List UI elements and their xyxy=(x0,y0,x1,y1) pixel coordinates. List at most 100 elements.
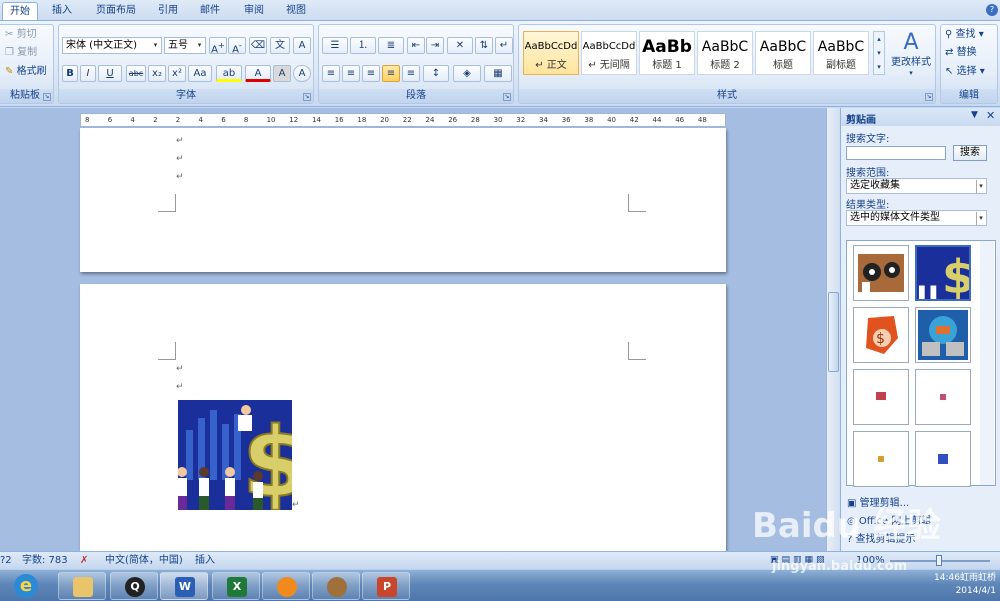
numbering-icon[interactable]: ⒈ xyxy=(350,37,376,54)
multilevel-list-icon[interactable]: ≣ xyxy=(378,37,404,54)
inserted-clipart-image[interactable]: $ xyxy=(177,400,310,520)
format-painter-button[interactable]: ✎ 格式刷 xyxy=(5,66,47,78)
highlight-button[interactable]: ab xyxy=(216,65,242,82)
style-heading-1[interactable]: AaBb 标题 1 xyxy=(639,31,695,75)
superscript-button[interactable]: x² xyxy=(168,65,186,82)
taskbar-powerpoint[interactable]: P xyxy=(362,572,410,600)
bold-button[interactable]: B xyxy=(62,65,78,82)
close-icon[interactable]: ✕ xyxy=(986,109,995,122)
word-count[interactable]: 字数: 783 xyxy=(22,552,68,569)
justify-icon[interactable]: ≡ xyxy=(382,65,400,82)
copy-button[interactable]: ❐ 复制 xyxy=(5,47,37,59)
clear-format-icon[interactable]: ⌫ xyxy=(249,37,267,54)
ruler-tick-label: 34 xyxy=(539,116,548,124)
clip-thumb-small-1[interactable] xyxy=(853,369,909,425)
tab-insert[interactable]: 插入 xyxy=(44,2,80,20)
change-case-button[interactable]: Aa xyxy=(188,65,212,82)
strikethrough-button[interactable]: abc xyxy=(126,65,146,82)
page-count[interactable]: ?2 xyxy=(0,552,12,569)
insert-mode[interactable]: 插入 xyxy=(195,552,215,569)
ie-icon[interactable]: e xyxy=(6,572,46,600)
font-size-select[interactable]: 五号 ▾ xyxy=(164,37,206,54)
show-marks-icon[interactable]: ↵ xyxy=(495,37,513,54)
line-spacing-icon[interactable]: ↕ xyxy=(423,65,449,82)
decrease-indent-icon[interactable]: ⇤ xyxy=(407,37,425,54)
dialog-launcher-icon[interactable]: ↘ xyxy=(303,93,311,101)
taskbar-qq[interactable]: Q xyxy=(110,572,158,600)
tab-review[interactable]: 审阅 xyxy=(236,2,272,20)
clip-thumb-small-4[interactable] xyxy=(915,431,971,487)
style-heading-2[interactable]: AaBbC 标题 2 xyxy=(697,31,753,75)
enclose-char-button[interactable]: A xyxy=(293,65,311,82)
help-icon[interactable]: ? xyxy=(986,4,998,16)
tab-view[interactable]: 视图 xyxy=(278,2,314,20)
align-right-icon[interactable]: ≡ xyxy=(362,65,380,82)
style-normal[interactable]: AaBbCcDd ↵ 正文 xyxy=(523,31,579,75)
taskbar-word[interactable]: W xyxy=(160,572,208,600)
tab-home[interactable]: 开始 xyxy=(2,2,38,20)
select-button[interactable]: ↖ 选择 ▾ xyxy=(945,66,985,78)
tab-mailings[interactable]: 邮件 xyxy=(192,2,228,20)
search-scope-select[interactable]: 选定收藏集 ▾ xyxy=(846,178,987,194)
document-area[interactable]: ↵ ↵ ↵ ↵ ↵ $ ↵ xyxy=(0,108,826,564)
dialog-launcher-icon[interactable]: ↘ xyxy=(43,93,51,101)
result-type-select[interactable]: 选中的媒体文件类型 ▾ xyxy=(846,210,987,226)
italic-button[interactable]: I xyxy=(80,65,96,82)
shading-icon[interactable]: ◈ xyxy=(453,65,481,82)
find-button[interactable]: ⚲ 查找 ▾ xyxy=(945,29,984,41)
dialog-launcher-icon[interactable]: ↘ xyxy=(925,93,933,101)
font-name-select[interactable]: 宋体 (中文正文) ▾ xyxy=(62,37,162,54)
clip-thumb-globe-computer[interactable] xyxy=(915,307,971,363)
language-indicator[interactable]: 中文(简体，中国) xyxy=(105,552,183,569)
ruler-tick-label: 14 xyxy=(312,116,321,124)
taskbar-excel[interactable]: X xyxy=(212,572,260,600)
styles-scroll[interactable]: ▴ ▾ ▾ xyxy=(873,31,885,75)
increase-indent-icon[interactable]: ⇥ xyxy=(426,37,444,54)
clip-thumb-small-3[interactable] xyxy=(853,431,909,487)
tray-text: 虹雨虹桥 xyxy=(959,573,996,583)
shrink-font-button[interactable]: A- xyxy=(228,37,246,55)
distributed-icon[interactable]: ≡ xyxy=(402,65,420,82)
search-button[interactable]: 搜索 xyxy=(953,145,987,161)
style-subtitle[interactable]: AaBbC 副标题 xyxy=(813,31,869,75)
taskbar-dog-app[interactable] xyxy=(312,572,360,600)
spelling-icon[interactable]: ✗ xyxy=(80,552,88,569)
borders-icon[interactable]: ▦ xyxy=(484,65,512,82)
dialog-launcher-icon[interactable]: ↘ xyxy=(503,93,511,101)
horizontal-ruler[interactable]: 8 6 4 2 2 4 6 8 10 12 14 16 18 20 22 24 26 28 30 32 34 36 38 40… xyxy=(80,113,726,127)
ribbon: ✂ 剪切 ❐ 复制 ✎ 格式刷 粘贴板 ↘ 宋体 (中文正文) ▾ 五号 ▾ A+ … xyxy=(0,20,1000,107)
vertical-scrollbar[interactable] xyxy=(826,108,840,551)
zoom-slider-thumb[interactable] xyxy=(936,555,942,566)
align-left-icon[interactable]: ≡ xyxy=(322,65,340,82)
char-shading-button[interactable]: A xyxy=(273,65,291,82)
crop-mark xyxy=(628,342,646,360)
change-styles-button[interactable]: A 更改样式 ▾ xyxy=(889,29,933,85)
tab-references[interactable]: 引用 xyxy=(150,2,186,20)
style-title[interactable]: AaBbC 标题 xyxy=(755,31,811,75)
clip-thumb-dollar-people[interactable]: $ xyxy=(915,245,974,304)
char-border-icon[interactable]: A xyxy=(293,37,311,54)
bullets-icon[interactable]: ☰ xyxy=(322,37,348,54)
chevron-down-icon[interactable]: ▼ xyxy=(971,110,978,120)
font-color-button[interactable]: A xyxy=(245,65,271,82)
clip-results-scrollbar[interactable] xyxy=(980,241,994,485)
sort-icon[interactable]: ⇅ xyxy=(475,37,493,54)
underline-button[interactable]: U xyxy=(98,65,122,82)
align-center-icon[interactable]: ≡ xyxy=(342,65,360,82)
clip-thumb-hand-dollar[interactable]: $ xyxy=(853,307,909,363)
clip-thumb-gears[interactable] xyxy=(853,245,909,301)
grow-font-button[interactable]: A+ xyxy=(209,37,227,55)
taskbar-explorer[interactable] xyxy=(58,572,106,600)
replace-button[interactable]: ⇄ 替换 xyxy=(945,47,977,59)
chinese-layout-icon[interactable]: ✕ xyxy=(447,37,473,54)
style-no-spacing[interactable]: AaBbCcDd ↵ 无间隔 xyxy=(581,31,637,75)
phonetic-guide-icon[interactable]: 文 xyxy=(270,37,290,54)
search-text-input[interactable] xyxy=(846,146,946,160)
subscript-button[interactable]: x₂ xyxy=(148,65,166,82)
taskbar-orange-app[interactable] xyxy=(262,572,310,600)
clock-date[interactable]: 2014/4/1 xyxy=(886,585,996,598)
scroll-thumb[interactable] xyxy=(828,292,839,372)
clip-thumb-small-2[interactable] xyxy=(915,369,971,425)
tab-page-layout[interactable]: 页面布局 xyxy=(88,2,144,20)
cut-button[interactable]: ✂ 剪切 xyxy=(5,29,37,41)
